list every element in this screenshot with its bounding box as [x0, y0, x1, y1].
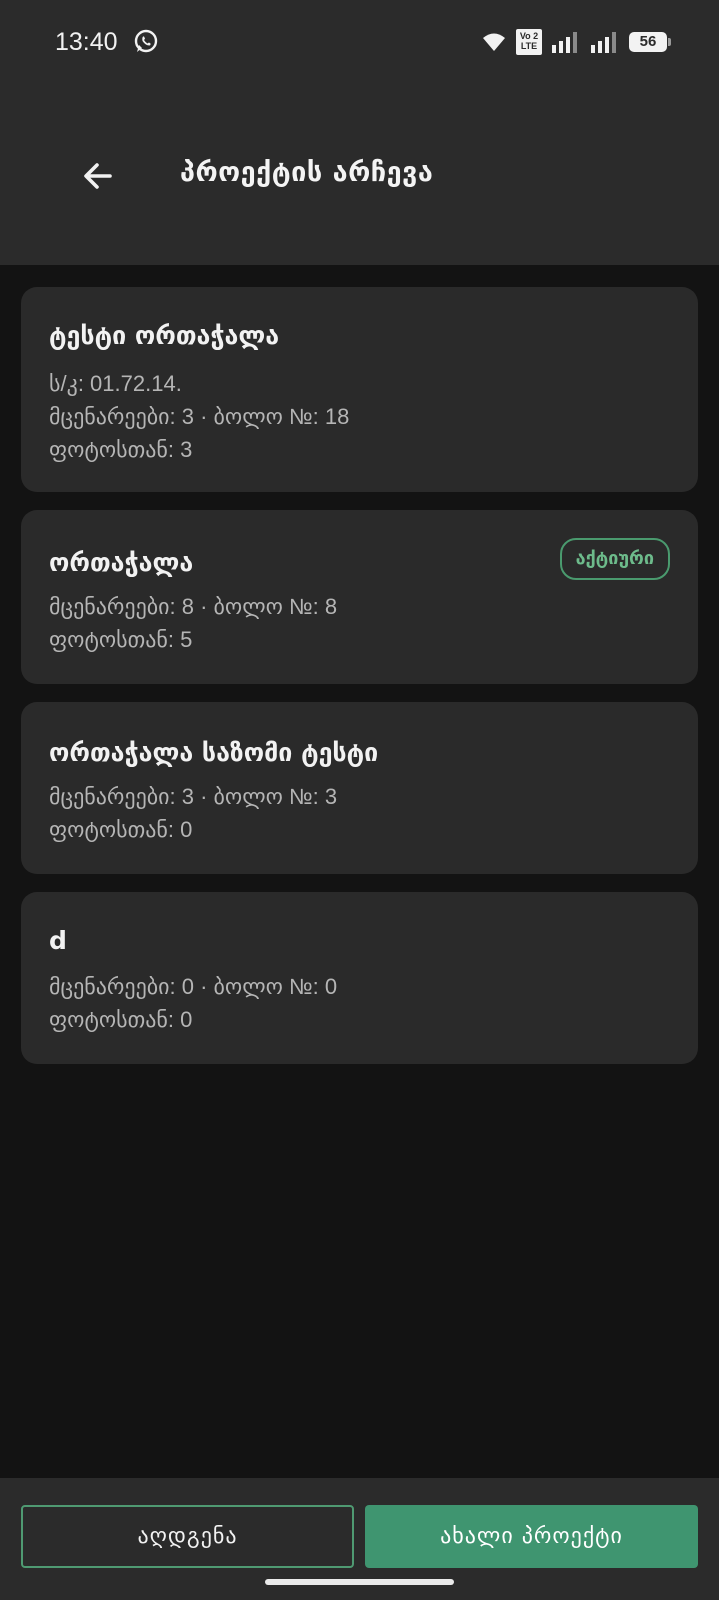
- project-card[interactable]: ორთაჭალა საზომი ტესტი მცენარეები: 3 · ბო…: [21, 702, 698, 874]
- project-card[interactable]: d მცენარეები: 0 · ბოლო №: 0 ფოტოსთან: 0: [21, 892, 698, 1064]
- status-time: 13:40: [55, 28, 118, 56]
- wifi-icon: [483, 33, 505, 51]
- page-title: პროექტის არჩევა: [180, 157, 434, 188]
- project-plants-info: მცენარეები: 0 · ბოლო №: 0: [49, 974, 338, 999]
- restore-button[interactable]: აღდგენა: [21, 1505, 354, 1568]
- project-name: ორთაჭალა საზომი ტესტი: [49, 738, 379, 767]
- volte-icon: Vo 2 LTE: [516, 29, 542, 55]
- project-plants-info: მცენარეები: 8 · ბოლო №: 8: [49, 594, 338, 619]
- status-bar: 13:40 Vo 2 LTE 56: [0, 22, 719, 62]
- new-project-button[interactable]: ახალი პროექტი: [365, 1505, 698, 1568]
- active-badge: აქტიური: [559, 538, 670, 580]
- project-card[interactable]: ტესტი ორთაჭალა ს/კ: 01.72.14. მცენარეები…: [21, 287, 698, 492]
- status-icons: Vo 2 LTE 56: [481, 28, 671, 56]
- bottom-action-bar: აღდგენა ახალი პროექტი: [0, 1478, 719, 1600]
- project-name: d: [49, 926, 67, 955]
- project-card[interactable]: ორთაჭალა აქტიური მცენარეები: 8 · ბოლო №:…: [21, 510, 698, 684]
- signal-icon: [591, 32, 616, 53]
- app-bar: 13:40 Vo 2 LTE 56 პროექტის არჩევა: [0, 0, 719, 265]
- project-name: ორთაჭალა: [49, 548, 194, 577]
- project-photo-info: ფოტოსთან: 0: [49, 1007, 193, 1032]
- project-name: ტესტი ორთაჭალა: [49, 321, 280, 350]
- whatsapp-icon: [134, 29, 158, 53]
- project-plants-info: მცენარეები: 3 · ბოლო №: 18: [49, 404, 350, 429]
- signal-icon: [552, 32, 577, 53]
- project-photo-info: ფოტოსთან: 5: [49, 627, 193, 652]
- battery-icon: 56: [629, 32, 671, 52]
- arrow-left-icon[interactable]: [78, 156, 118, 196]
- project-photo-info: ფოტოსთან: 0: [49, 817, 193, 842]
- project-plants-info: მცენარეები: 3 · ბოლო №: 3: [49, 784, 338, 809]
- project-photo-info: ფოტოსთან: 3: [49, 437, 193, 462]
- home-indicator[interactable]: [265, 1579, 454, 1585]
- project-cadastral: ს/კ: 01.72.14.: [49, 371, 182, 396]
